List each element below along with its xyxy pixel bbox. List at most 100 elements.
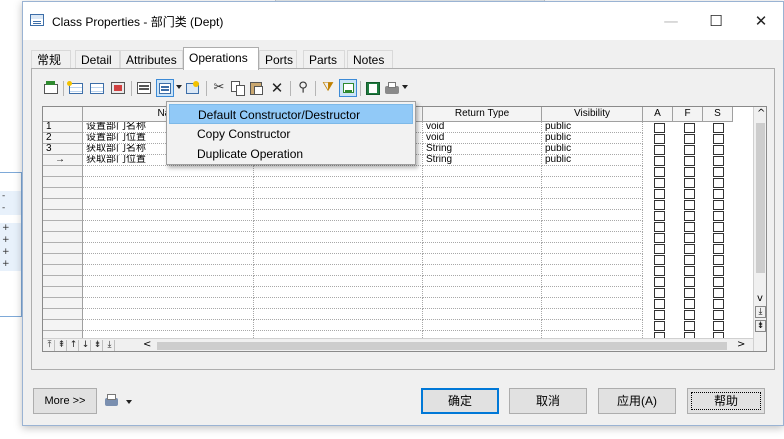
menu-item-copy-constructor[interactable]: Copy Constructor xyxy=(169,124,413,144)
title-bar[interactable]: Class Properties - 部门类 (Dept) — ☐ ✕ xyxy=(23,2,783,40)
final-checkbox[interactable] xyxy=(684,156,695,166)
scroll-thumb[interactable] xyxy=(756,123,765,273)
cell-name[interactable] xyxy=(83,221,254,232)
cell-visibility[interactable] xyxy=(542,243,643,254)
cell-name[interactable] xyxy=(83,298,254,309)
cell-visibility[interactable]: public xyxy=(542,155,643,166)
row-header[interactable] xyxy=(43,287,83,298)
cell-return-type[interactable] xyxy=(423,320,542,331)
cell-name[interactable] xyxy=(83,254,254,265)
more-button[interactable]: More >> xyxy=(33,388,97,414)
horizontal-scroll-thumb[interactable] xyxy=(157,342,727,350)
excel-export-icon[interactable] xyxy=(364,79,382,97)
add-objects-icon[interactable] xyxy=(109,79,127,97)
row-header[interactable] xyxy=(43,232,83,243)
delete-icon[interactable]: ✕ xyxy=(268,79,286,97)
move-bottom-icon[interactable]: ⤓ xyxy=(105,340,115,351)
row-header[interactable] xyxy=(43,188,83,199)
static-checkbox[interactable] xyxy=(713,255,724,265)
cell-name[interactable] xyxy=(83,265,254,276)
cell-code[interactable] xyxy=(254,298,423,309)
cell-return-type[interactable] xyxy=(423,287,542,298)
print-icon[interactable] xyxy=(383,79,401,97)
static-checkbox[interactable] xyxy=(713,321,724,331)
column-filter-icon[interactable] xyxy=(339,79,357,97)
abstract-checkbox[interactable] xyxy=(654,288,665,298)
static-checkbox[interactable] xyxy=(713,134,724,144)
cell-visibility[interactable] xyxy=(542,276,643,287)
cell-name[interactable] xyxy=(83,309,254,320)
cell-name[interactable] xyxy=(83,210,254,221)
static-checkbox[interactable] xyxy=(713,277,724,287)
customize-icon[interactable] xyxy=(184,79,202,97)
final-checkbox[interactable] xyxy=(684,321,695,331)
cell-return-type[interactable]: void xyxy=(423,122,542,133)
move-page-down-icon[interactable]: ⇟ xyxy=(93,340,103,351)
cell-return-type[interactable]: String xyxy=(423,144,542,155)
cell-return-type[interactable] xyxy=(423,254,542,265)
tab-operations[interactable]: Operations xyxy=(183,47,259,70)
cell-return-type[interactable] xyxy=(423,276,542,287)
copy-icon[interactable] xyxy=(229,79,247,97)
scroll-to-bottom-icon[interactable]: ⤓ xyxy=(755,306,766,318)
cell-return-type[interactable] xyxy=(423,265,542,276)
cell-visibility[interactable] xyxy=(542,166,643,177)
cell-code[interactable] xyxy=(254,287,423,298)
filter-icon[interactable]: ⧩ xyxy=(319,79,337,97)
row-header[interactable] xyxy=(43,221,83,232)
add-special-operations-icon[interactable] xyxy=(156,79,174,97)
abstract-checkbox[interactable] xyxy=(654,233,665,243)
abstract-checkbox[interactable] xyxy=(654,145,665,155)
cell-code[interactable] xyxy=(254,243,423,254)
cell-code[interactable] xyxy=(254,320,423,331)
maximize-button[interactable]: ☐ xyxy=(696,10,736,32)
inherited-operations-icon[interactable] xyxy=(135,79,153,97)
cell-visibility[interactable] xyxy=(542,188,643,199)
cell-visibility[interactable]: public xyxy=(542,133,643,144)
abstract-checkbox[interactable] xyxy=(654,222,665,232)
final-checkbox[interactable] xyxy=(684,299,695,309)
cell-return-type[interactable]: void xyxy=(423,133,542,144)
cell-visibility[interactable]: public xyxy=(542,144,643,155)
cell-visibility[interactable] xyxy=(542,320,643,331)
cell-return-type[interactable]: String xyxy=(423,155,542,166)
final-checkbox[interactable] xyxy=(684,233,695,243)
row-header[interactable] xyxy=(43,265,83,276)
row-header[interactable] xyxy=(43,320,83,331)
cell-code[interactable] xyxy=(254,254,423,265)
cell-visibility[interactable] xyxy=(542,221,643,232)
menu-item-duplicate-operation[interactable]: Duplicate Operation xyxy=(169,144,413,164)
move-page-up-icon[interactable]: ⇞ xyxy=(57,340,67,351)
add-row-icon[interactable] xyxy=(67,79,85,97)
static-checkbox[interactable] xyxy=(713,123,724,133)
cell-name[interactable] xyxy=(83,166,254,177)
close-button[interactable]: ✕ xyxy=(741,10,781,32)
column-header-final[interactable]: F xyxy=(673,107,703,122)
static-checkbox[interactable] xyxy=(713,233,724,243)
cancel-button[interactable]: 取消 xyxy=(509,388,587,414)
cell-code[interactable] xyxy=(254,199,423,210)
abstract-checkbox[interactable] xyxy=(654,266,665,276)
row-header[interactable] xyxy=(43,199,83,210)
scroll-up-icon[interactable]: ^ xyxy=(757,108,765,119)
cell-visibility[interactable] xyxy=(542,232,643,243)
cell-return-type[interactable] xyxy=(423,232,542,243)
static-checkbox[interactable] xyxy=(713,167,724,177)
final-checkbox[interactable] xyxy=(684,222,695,232)
column-header-static[interactable]: S xyxy=(703,107,733,122)
cell-code[interactable] xyxy=(254,221,423,232)
cell-visibility[interactable] xyxy=(542,298,643,309)
scroll-end-icon[interactable]: ⇟ xyxy=(755,320,766,332)
cell-return-type[interactable] xyxy=(423,221,542,232)
row-header[interactable] xyxy=(43,177,83,188)
cell-return-type[interactable] xyxy=(423,166,542,177)
abstract-checkbox[interactable] xyxy=(654,299,665,309)
cell-return-type[interactable] xyxy=(423,210,542,221)
final-checkbox[interactable] xyxy=(684,255,695,265)
cell-visibility[interactable] xyxy=(542,265,643,276)
cell-code[interactable] xyxy=(254,309,423,320)
scroll-right-icon[interactable]: > xyxy=(737,339,745,350)
static-checkbox[interactable] xyxy=(713,310,724,320)
final-checkbox[interactable] xyxy=(684,310,695,320)
tab-general[interactable]: 常规 xyxy=(31,50,71,69)
